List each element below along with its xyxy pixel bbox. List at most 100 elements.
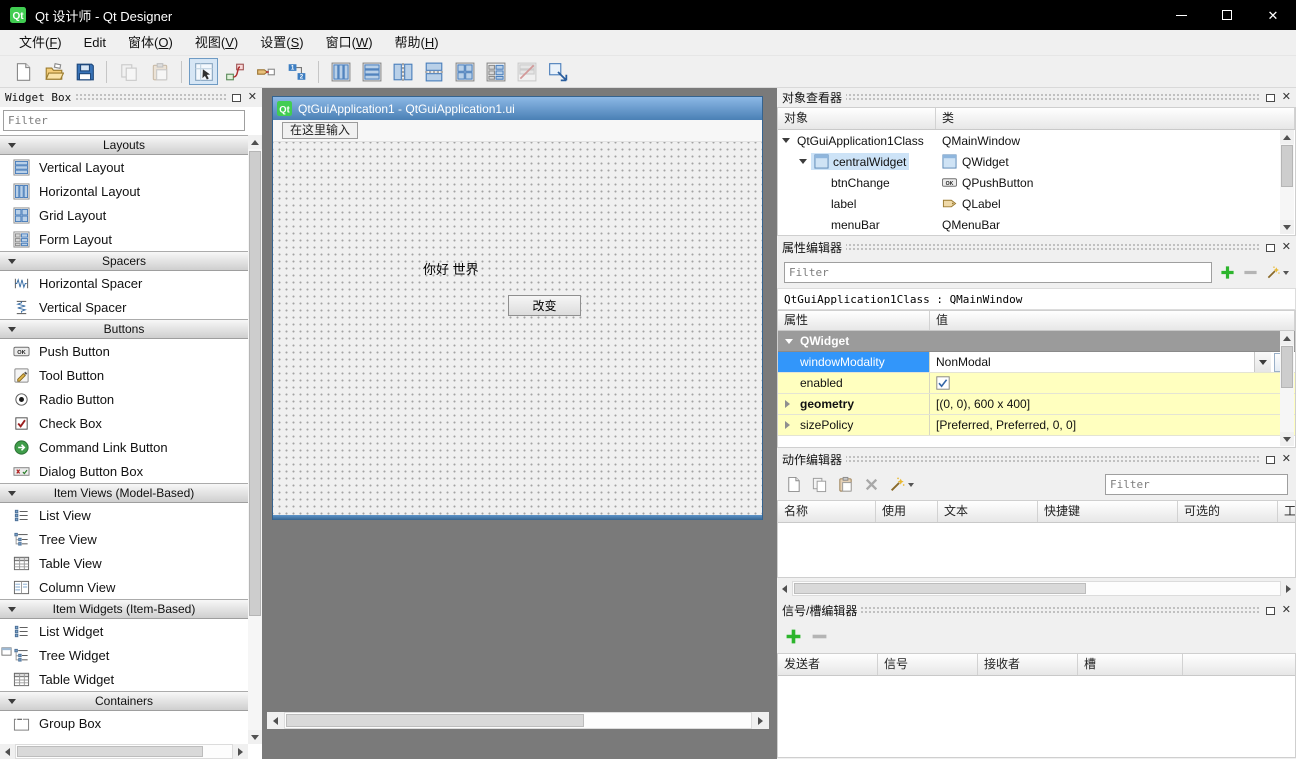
form-label[interactable]: 你好 世界 (423, 259, 479, 278)
scrollbar-thumb[interactable] (794, 583, 1086, 594)
scrollbar-thumb[interactable] (17, 746, 203, 757)
column-header-1[interactable]: 使用 (876, 501, 938, 522)
object-row[interactable]: centralWidgetQWidget (778, 151, 1281, 172)
widget-horizontal-layout[interactable]: Horizontal Layout (0, 179, 248, 203)
scroll-down-icon[interactable] (248, 730, 262, 744)
maximize-button[interactable] (1204, 0, 1250, 30)
layout-vertical-button[interactable] (357, 58, 386, 85)
widget-list-widget[interactable]: List Widget (0, 619, 248, 643)
paste-action-button[interactable] (837, 474, 854, 496)
float-panel-icon[interactable] (1266, 607, 1275, 615)
close-panel-icon[interactable]: ✕ (248, 92, 257, 103)
property-value-cell[interactable]: [(0, 0), 600 x 400] (930, 394, 1295, 414)
property-name-cell[interactable]: geometry (778, 394, 930, 414)
column-header-0[interactable]: 发送者 (778, 654, 878, 675)
new-file-button[interactable] (8, 58, 37, 85)
collapsed-dock-handle[interactable] (0, 641, 12, 661)
save-button[interactable] (70, 58, 99, 85)
object-row[interactable]: labelQLabel (778, 193, 1281, 214)
property-name-cell[interactable]: enabled (778, 373, 930, 393)
menu-item-视图v[interactable]: 视图(V) (184, 32, 249, 54)
property-name-cell[interactable]: windowModality (778, 352, 930, 372)
open-form-button[interactable] (39, 58, 68, 85)
object-inspector-vscrollbar[interactable] (1280, 130, 1294, 234)
layout-splitter-horizontal-button[interactable] (388, 58, 417, 85)
column-header-3[interactable]: 快捷键 (1038, 501, 1178, 522)
property-row[interactable]: geometry[(0, 0), 600 x 400] (778, 394, 1295, 415)
category-item-views-model-based[interactable]: Item Views (Model-Based) (0, 483, 248, 503)
widget-tree-widget[interactable]: Tree Widget (0, 643, 248, 667)
widget-tool-button[interactable]: Tool Button (0, 363, 248, 387)
widget-horizontal-spacer[interactable]: Horizontal Spacer (0, 271, 248, 295)
scroll-down-icon[interactable] (1280, 220, 1294, 234)
new-action-button[interactable] (785, 474, 802, 496)
edit-buddies-button[interactable] (251, 58, 280, 85)
widget-push-button[interactable]: OKPush Button (0, 339, 248, 363)
edit-tab-order-button[interactable]: 12 (282, 58, 311, 85)
widget-list-view[interactable]: List View (0, 503, 248, 527)
property-row[interactable]: windowModalityNonModal (778, 352, 1295, 373)
action-editor-hscrollbar[interactable] (777, 581, 1296, 596)
float-panel-icon[interactable] (1266, 94, 1275, 102)
category-spacers[interactable]: Spacers (0, 251, 248, 271)
widget-column-view[interactable]: Column View (0, 575, 248, 599)
menu-item-edit[interactable]: Edit (73, 32, 117, 54)
expand-arrow-icon[interactable] (785, 400, 790, 408)
layout-horizontal-button[interactable] (326, 58, 355, 85)
close-panel-icon[interactable]: ✕ (1282, 242, 1291, 253)
edit-widgets-button[interactable] (189, 58, 218, 85)
column-header-0[interactable]: 属性 (778, 311, 930, 330)
column-header-0[interactable]: 对象 (778, 108, 936, 129)
scroll-left-icon[interactable] (0, 744, 15, 759)
scroll-right-icon[interactable] (1281, 581, 1296, 596)
scroll-up-icon[interactable] (248, 135, 262, 149)
minimize-button[interactable] (1158, 0, 1204, 30)
form-area-hscrollbar[interactable] (267, 712, 769, 729)
property-row[interactable]: sizePolicy[Preferred, Preferred, 0, 0] (778, 415, 1295, 436)
object-row[interactable]: btnChangeOKQPushButton (778, 172, 1281, 193)
scroll-right-icon[interactable] (233, 744, 248, 759)
scroll-up-icon[interactable] (1280, 331, 1294, 345)
widget-grid-layout[interactable]: Grid Layout (0, 203, 248, 227)
widget-vertical-spacer[interactable]: Vertical Spacer (0, 295, 248, 319)
configure-action-editor-button[interactable] (889, 474, 914, 496)
action-filter-input[interactable] (1105, 474, 1288, 495)
widget-group-box[interactable]: Group Box (0, 711, 248, 735)
layout-form-button[interactable] (481, 58, 510, 85)
scrollbar-thumb[interactable] (249, 151, 261, 616)
add-dynamic-property-button[interactable] (1220, 262, 1235, 284)
scroll-left-icon[interactable] (267, 712, 284, 729)
close-button[interactable]: ✕ (1250, 0, 1296, 30)
menu-item-文件f[interactable]: 文件(F) (8, 32, 73, 54)
column-header-4[interactable]: 可选的 (1178, 501, 1278, 522)
category-item-widgets-item-based[interactable]: Item Widgets (Item-Based) (0, 599, 248, 619)
object-row[interactable]: menuBarQMenuBar (778, 214, 1281, 235)
form-window-titlebar[interactable]: Qt QtGuiApplication1 - QtGuiApplication1… (273, 97, 762, 120)
scroll-left-icon[interactable] (777, 581, 792, 596)
widget-form-layout[interactable]: Form Layout (0, 227, 248, 251)
menu-item-窗口w[interactable]: 窗口(W) (315, 32, 384, 54)
widget-box-filter-input[interactable] (3, 110, 245, 131)
scrollbar-thumb[interactable] (1281, 346, 1293, 388)
column-header-1[interactable]: 值 (930, 311, 1295, 330)
widget-vertical-layout[interactable]: Vertical Layout (0, 155, 248, 179)
menu-item-帮助h[interactable]: 帮助(H) (384, 32, 450, 54)
scrollbar-thumb[interactable] (286, 714, 584, 727)
widget-table-widget[interactable]: Table Widget (0, 667, 248, 691)
property-name-cell[interactable]: sizePolicy (778, 415, 930, 435)
change-button[interactable]: 改变 (508, 295, 581, 316)
property-filter-input[interactable] (784, 262, 1212, 283)
property-value-cell[interactable] (930, 373, 1295, 393)
type-here-menu-placeholder[interactable]: 在这里输入 (282, 122, 358, 139)
widget-box-vscrollbar[interactable] (248, 135, 262, 744)
copy-action-button[interactable] (811, 474, 828, 496)
widget-box-hscrollbar[interactable] (0, 744, 248, 759)
property-value-cell[interactable]: NonModal (930, 352, 1295, 372)
category-containers[interactable]: Containers (0, 691, 248, 711)
widget-check-box[interactable]: Check Box (0, 411, 248, 435)
float-panel-icon[interactable] (1266, 456, 1275, 464)
property-row[interactable]: enabled (778, 373, 1295, 394)
property-group-qwidget[interactable]: QWidget (778, 331, 1295, 352)
float-panel-icon[interactable] (232, 94, 241, 102)
widget-table-view[interactable]: Table View (0, 551, 248, 575)
